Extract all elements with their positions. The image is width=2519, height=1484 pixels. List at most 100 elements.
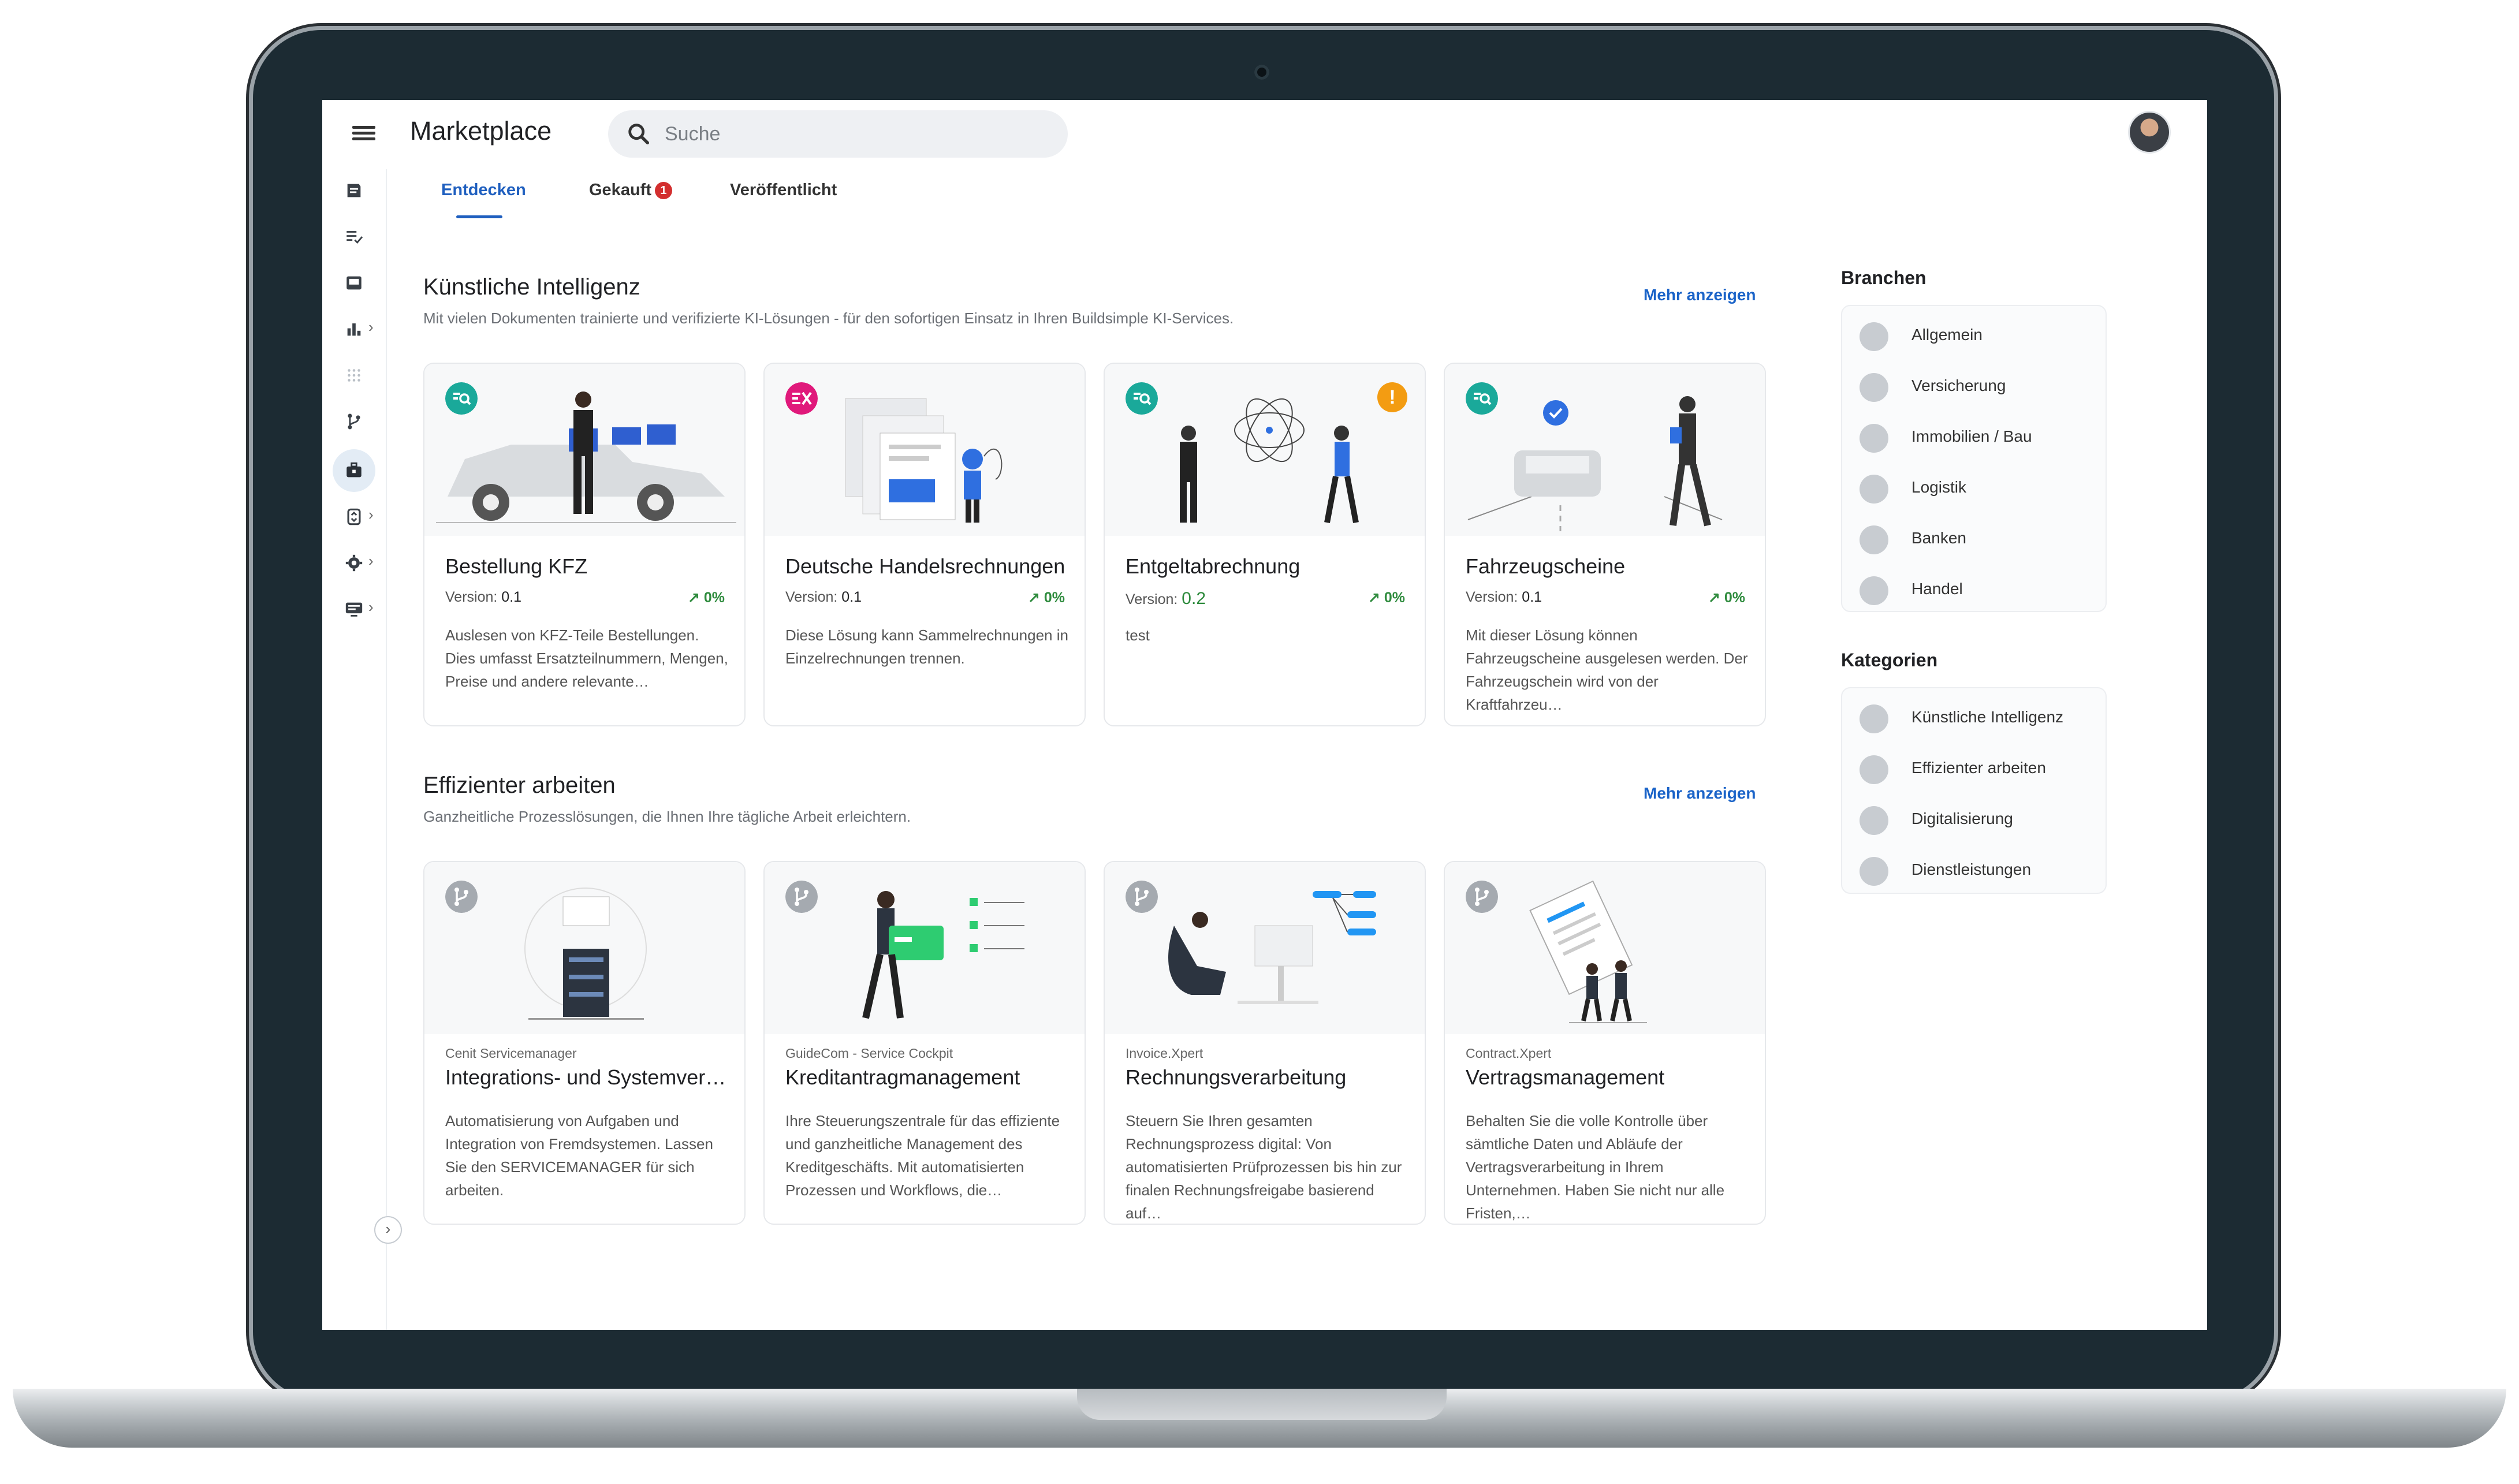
section-title: Effizienter arbeiten (423, 773, 616, 798)
puzzle-icon (1860, 322, 1888, 351)
monitor-icon[interactable] (344, 599, 364, 619)
card-description: Ihre Steuerungszentrale für das effizien… (785, 1112, 1060, 1199)
card-description: test (1126, 627, 1150, 644)
card-title: Kreditantragmanagement (785, 1065, 1020, 1089)
trending-up-icon: ↗ (1708, 590, 1720, 606)
section-subtitle: Mit vielen Dokumenten trainierte und ver… (423, 310, 1234, 327)
integration-icon[interactable] (344, 507, 364, 527)
document-search-icon (1466, 382, 1498, 415)
truck-icon (1860, 475, 1888, 504)
solution-card[interactable]: Contract.Xpert Vertragsmanagement Behalt… (1444, 861, 1766, 1225)
card-description: Mit dieser Lösung können Fahrzeugscheine… (1466, 627, 1748, 713)
filter-label: Immobilien / Bau (1911, 427, 2032, 445)
document-search-icon (1126, 382, 1158, 415)
card-maker: GuideCom - Service Cockpit (785, 1046, 953, 1061)
search-input[interactable]: Suche (608, 110, 1068, 158)
filter-item-handel[interactable]: Handel (1842, 562, 2106, 613)
tab-gekauft-label: Gekauft (589, 181, 651, 199)
top-bar: Marketplace Suche (322, 100, 2207, 169)
card-description: Auslesen von KFZ-Teile Bestellungen. Die… (445, 627, 728, 690)
purchased-count-badge: 1 (654, 182, 672, 199)
solution-card[interactable]: Deutsche Handelsrechnungen Version: 0.1 … (763, 363, 1086, 726)
workflow-branch-icon[interactable] (344, 412, 364, 431)
kategorien-filter-list: Künstliche Intelligenz Effizienter arbei… (1841, 687, 2107, 894)
basket-icon (1860, 576, 1888, 605)
documents-icon[interactable] (344, 181, 364, 200)
card-title: Fahrzeugscheine (1466, 554, 1626, 578)
version-label: Version: (1126, 591, 1178, 607)
show-more-link[interactable]: Mehr anzeigen (1644, 286, 1756, 304)
branchen-heading: Branchen (1841, 267, 1926, 288)
filter-item-logistik[interactable]: Logistik (1842, 461, 2106, 512)
filter-label: Dienstleistungen (1911, 860, 2032, 878)
document-search-icon (445, 382, 478, 415)
toolbox-icon (1860, 857, 1888, 886)
version-label: Version: (1466, 589, 1518, 605)
card-trend: ↗ 0% (1028, 589, 1065, 606)
solution-card[interactable]: Bestellung KFZ Version: 0.1 ↗ 0% Auslese… (423, 363, 746, 726)
trending-up-icon: ↗ (1367, 590, 1380, 606)
card-trend: ↗ 0% (688, 589, 725, 606)
laptop-notch (1077, 1389, 1447, 1420)
grid-dots-icon[interactable] (344, 366, 364, 385)
card-version: Version: 0.1 (1466, 589, 1542, 606)
card-title: Rechnungsverarbeitung (1126, 1065, 1347, 1089)
card-trend: ↗ 0% (1708, 589, 1745, 606)
card-title: Entgeltabrechnung (1126, 554, 1301, 578)
version-value: 0.1 (501, 589, 522, 605)
user-avatar[interactable] (2130, 113, 2169, 152)
left-nav-rail: › › › › (322, 169, 387, 1330)
workflow-icon (1126, 881, 1158, 913)
filter-item-dienstleistungen[interactable]: Dienstleistungen (1842, 843, 2106, 894)
workflow-icon (1466, 881, 1498, 913)
cloud-icon (1860, 806, 1888, 835)
filter-label: Allgemein (1911, 326, 1983, 344)
solution-card[interactable]: GuideCom - Service Cockpit Kreditantragm… (763, 861, 1086, 1225)
card-description: Steuern Sie Ihren gesamten Rechnungsproz… (1126, 1112, 1402, 1222)
filter-item-digitalisierung[interactable]: Digitalisierung (1842, 792, 2106, 843)
chevron-right-icon: › (368, 506, 374, 523)
tab-entdecken[interactable]: Entdecken (441, 181, 526, 200)
filter-label: Handel (1911, 580, 1963, 598)
filter-label: Künstliche Intelligenz (1911, 708, 2064, 726)
solution-card[interactable]: Invoice.Xpert Rechnungsverarbeitung Steu… (1104, 861, 1426, 1225)
tab-veroeffentlicht[interactable]: Veröffentlicht (730, 181, 837, 200)
card-version: Version: 0.1 (445, 589, 521, 606)
solution-card[interactable]: Cenit Servicemanager Integrations- und S… (423, 861, 746, 1225)
expand-sidebar-button[interactable]: › (374, 1216, 402, 1244)
solution-card[interactable]: Fahrzeugscheine Version: 0.1 ↗ 0% Mit di… (1444, 363, 1766, 726)
search-placeholder: Suche (665, 123, 721, 145)
filter-item-ki[interactable]: Künstliche Intelligenz (1842, 691, 2106, 741)
bar-chart-icon[interactable] (344, 319, 364, 339)
show-more-link[interactable]: Mehr anzeigen (1644, 784, 1756, 803)
hamburger-menu-icon[interactable] (352, 123, 375, 146)
version-label: Version: (445, 589, 498, 605)
warning-icon: ! (1377, 382, 1407, 412)
card-trend: ↗ 0% (1368, 589, 1405, 606)
filter-item-effizienter-arbeiten[interactable]: Effizienter arbeiten (1842, 741, 2106, 792)
card-description: Diese Lösung kann Sammelrechnungen in Ei… (785, 627, 1068, 667)
trending-up-icon: ↗ (687, 590, 700, 606)
filter-label: Versicherung (1911, 376, 2006, 394)
filter-label: Banken (1911, 529, 1966, 547)
section-title: Künstliche Intelligenz (423, 274, 640, 300)
tab-gekauft[interactable]: Gekauft 1 (589, 181, 672, 200)
gear-icon[interactable] (344, 553, 364, 573)
filter-item-versicherung[interactable]: Versicherung (1842, 359, 2106, 410)
filter-item-allgemein[interactable]: Allgemein (1842, 308, 2106, 359)
checklist-icon[interactable] (344, 227, 364, 247)
version-value: 0.1 (841, 589, 862, 605)
filter-item-immobilien[interactable]: Immobilien / Bau (1842, 410, 2106, 461)
workflow-icon (1860, 755, 1888, 784)
marketplace-bag-icon[interactable] (344, 461, 364, 480)
solution-card[interactable]: ! Entgeltabrechnung Version: 0.2 ↗ 0% te… (1104, 363, 1426, 726)
card-version: Version: 0.1 (785, 589, 862, 606)
card-description: Automatisierung von Aufgaben und Integra… (445, 1112, 713, 1199)
card-maker: Cenit Servicemanager (445, 1046, 577, 1061)
inbox-icon[interactable] (344, 273, 364, 293)
filter-item-banken[interactable]: Banken (1842, 512, 2106, 562)
card-maker: Invoice.Xpert (1126, 1046, 1203, 1061)
version-value: 0.2 (1182, 589, 1206, 608)
card-version: Version: 0.2 (1126, 589, 1206, 609)
version-label: Version: (785, 589, 838, 605)
